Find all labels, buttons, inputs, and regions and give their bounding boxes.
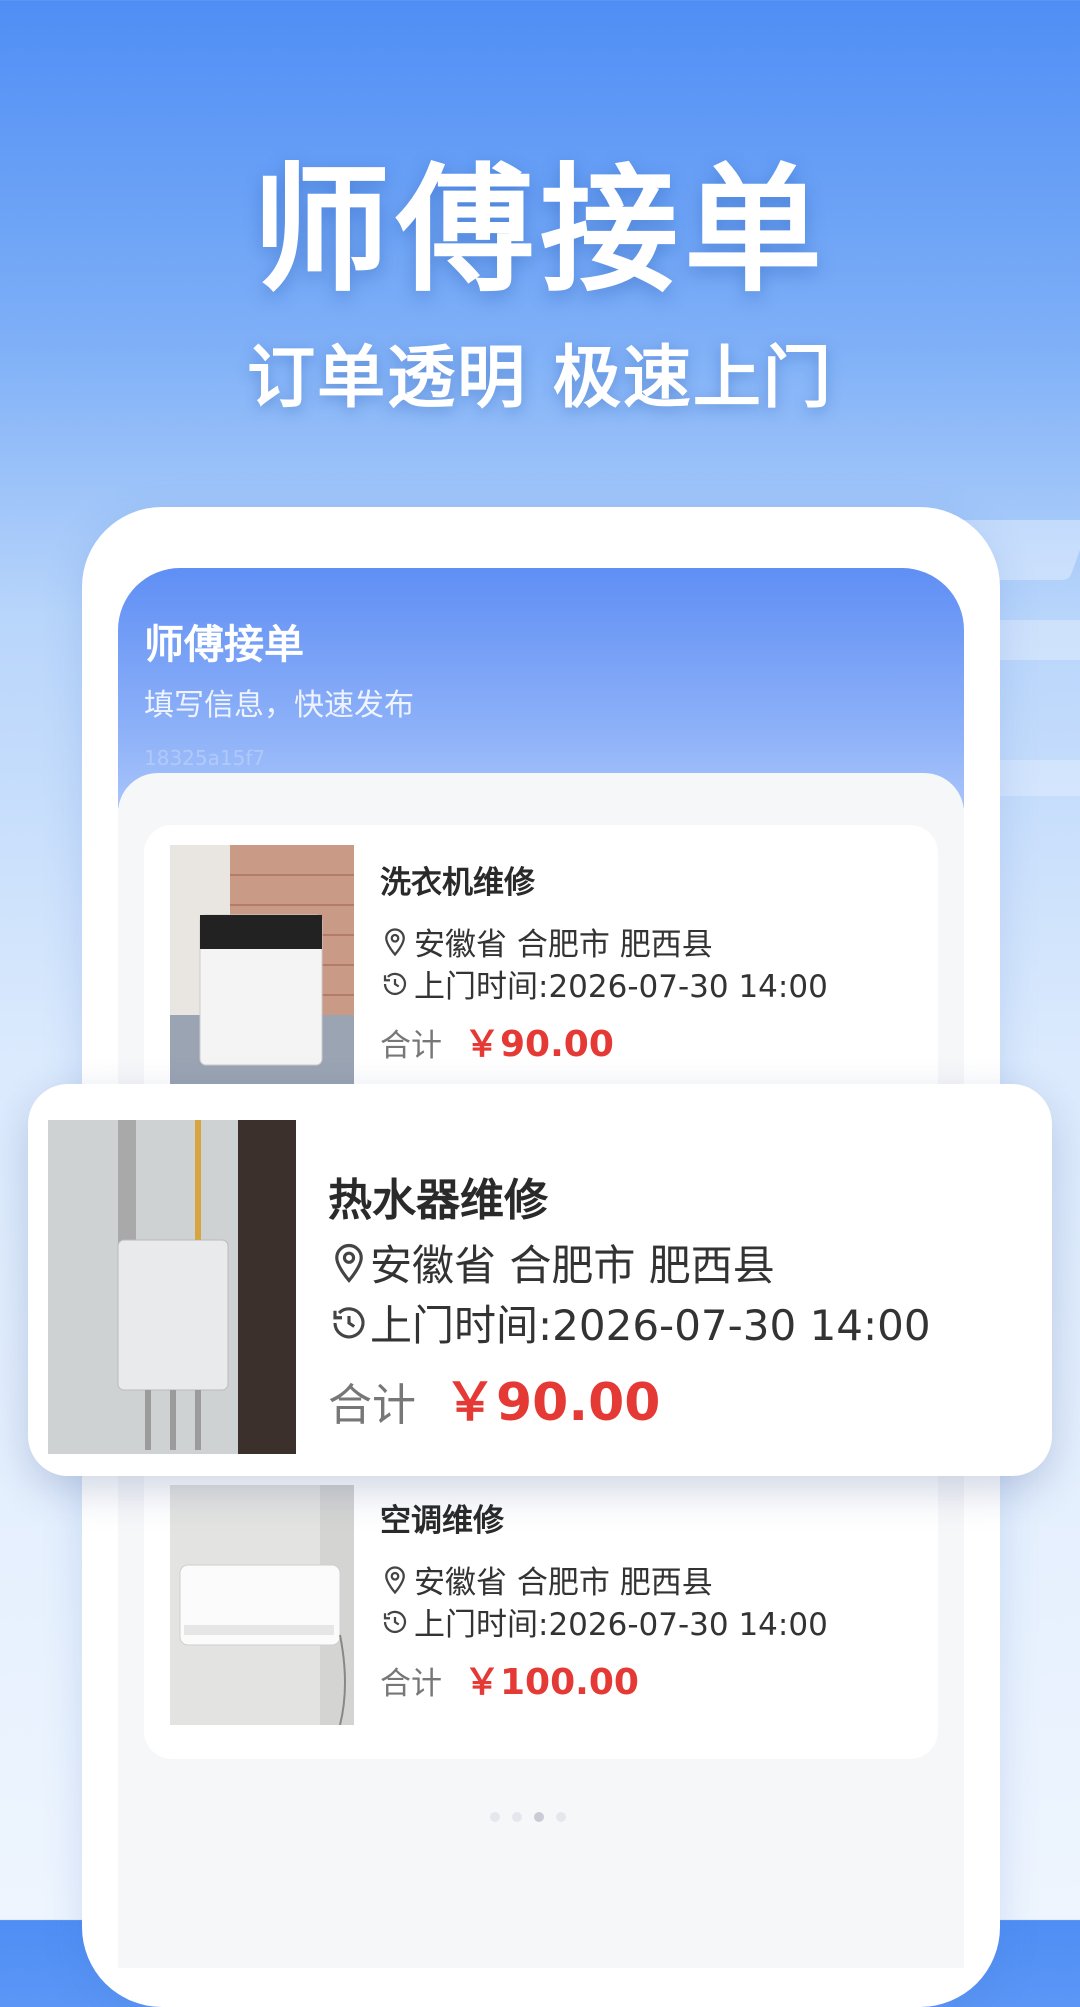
hero-subtitle: 订单透明 极速上门 — [247, 339, 833, 418]
location-pin-icon — [385, 927, 405, 956]
clock-history-icon — [333, 1306, 365, 1338]
air-conditioner-photo — [170, 1485, 354, 1725]
app-subtitle: 填写信息，快速发布 — [144, 688, 414, 723]
order-location: 安徽省 合肥市 肥西县 — [328, 1232, 775, 1293]
carousel-dot[interactable] — [556, 1812, 566, 1822]
location-pin-icon — [385, 1565, 405, 1594]
order-title: 热水器维修 — [328, 1175, 548, 1226]
washing-machine-photo — [170, 845, 354, 1085]
carousel-dot[interactable] — [490, 1812, 500, 1822]
order-price: ￥90.00 — [464, 1024, 614, 1065]
order-location: 安徽省 合肥市 肥西县 — [380, 919, 713, 964]
order-item-washing-machine[interactable]: 洗衣机维修 安徽省 合肥市 肥西县 上门时间:2026-07-30 14:00 … — [144, 825, 938, 1085]
hero-title: 师傅接单 — [251, 150, 828, 311]
order-time: 上门时间:2026-07-30 14:00 — [380, 1599, 828, 1644]
order-title: 洗衣机维修 — [380, 865, 535, 901]
order-time: 上门时间:2026-07-30 14:00 — [380, 961, 828, 1006]
clock-history-icon — [383, 972, 407, 995]
carousel-dot[interactable] — [512, 1812, 522, 1822]
clock-history-icon — [383, 1610, 407, 1633]
order-location-text: 安徽省 合肥市 肥西县 — [414, 1565, 713, 1601]
location-pin-icon — [335, 1243, 363, 1283]
order-time-text: 上门时间:2026-07-30 14:00 — [414, 1607, 828, 1643]
order-location: 安徽省 合肥市 肥西县 — [380, 1557, 713, 1602]
total-label: 合计 — [380, 1666, 442, 1702]
order-time-text: 上门时间:2026-07-30 14:00 — [414, 969, 828, 1005]
order-time-text: 上门时间:2026-07-30 14:00 — [370, 1301, 931, 1350]
carousel-dot-active[interactable] — [534, 1812, 544, 1822]
order-location-text: 安徽省 合肥市 肥西县 — [370, 1241, 775, 1290]
order-time: 上门时间:2026-07-30 14:00 — [328, 1292, 931, 1353]
app-title: 师傅接单 — [144, 622, 304, 668]
total-label: 合计 — [328, 1380, 416, 1431]
order-price: ￥90.00 — [444, 1373, 661, 1433]
order-price: ￥100.00 — [464, 1662, 639, 1703]
faint-text: 18325a15f7 — [144, 746, 266, 770]
order-item-air-conditioner[interactable]: 空调维修 安徽省 合肥市 肥西县 上门时间:2026-07-30 14:00 合… — [144, 1465, 938, 1725]
water-heater-photo — [48, 1120, 296, 1454]
order-location-text: 安徽省 合肥市 肥西县 — [414, 927, 713, 963]
order-title: 空调维修 — [380, 1503, 504, 1539]
total-label: 合计 — [380, 1028, 442, 1064]
carousel-indicator — [490, 1812, 566, 1822]
app-header: 师傅接单 填写信息，快速发布 18325a15f7 — [118, 568, 964, 808]
order-item-water-heater-highlight[interactable]: 热水器维修 安徽省 合肥市 肥西县 上门时间:2026-07-30 14:00 … — [28, 1084, 1052, 1476]
